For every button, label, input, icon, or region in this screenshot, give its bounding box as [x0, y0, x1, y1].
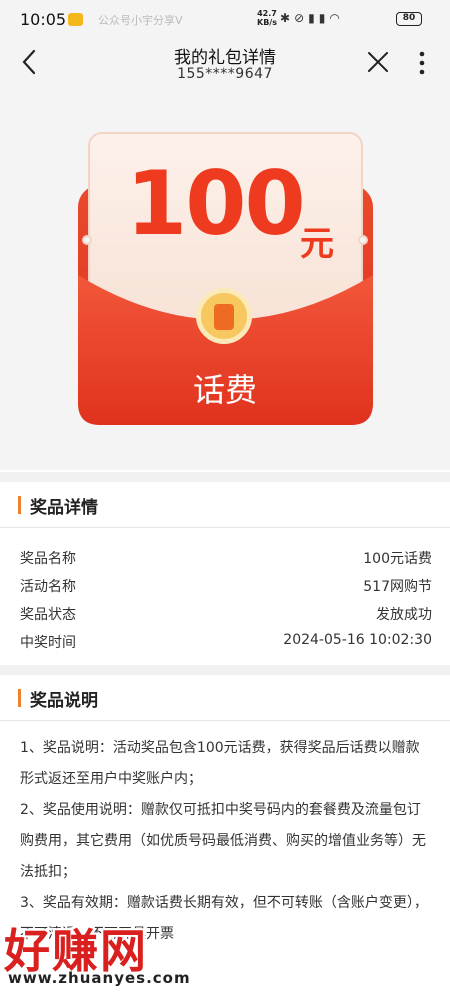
detail-label: 中奖时间 — [20, 635, 76, 651]
bluetooth-icon: ✱ — [280, 11, 295, 25]
detail-label: 奖品名称 — [20, 551, 76, 567]
status-time: 10:05 — [20, 10, 67, 29]
prize-amount: 100 — [126, 152, 306, 255]
more-vertical-icon — [419, 51, 425, 75]
description-section-header: 奖品说明 — [0, 675, 450, 721]
status-bar: 10:05 公众号小宇分享V 42.7 KB/s ✱⊘▮▮◠ 80 — [0, 0, 450, 38]
detail-row: 奖品状态 发放成功 — [0, 599, 450, 627]
section-accent-bar — [18, 689, 21, 707]
description-title: 奖品说明 — [30, 691, 98, 711]
phone-icon — [196, 288, 252, 344]
section-divider — [0, 665, 450, 675]
detail-value: 2024-05-16 10:02:30 — [283, 632, 432, 648]
detail-value: 100元话费 — [363, 551, 432, 567]
close-icon — [368, 52, 388, 72]
watermark-url: www.zhuanyes.com — [8, 969, 191, 987]
net-speed-unit: KB/s — [257, 18, 277, 27]
status-notification-text: 公众号小宇分享V — [98, 14, 183, 27]
prize-unit: 元 — [300, 224, 334, 264]
details-section-header: 奖品详情 — [0, 482, 450, 528]
section-accent-bar — [18, 496, 21, 514]
battery-icon: 80 — [396, 12, 422, 26]
details-title: 奖品详情 — [30, 498, 98, 518]
mute-icon: ⊘ — [294, 11, 309, 25]
net-speed: 42.7 KB/s — [257, 9, 277, 27]
card-notch-right — [358, 235, 368, 245]
close-button[interactable] — [366, 50, 390, 74]
description-paragraph: 2、奖品使用说明：赠款仅可抵扣中奖号码内的套餐费及流量包订购费用，其它费用（如优… — [20, 802, 426, 880]
card-notch-left — [82, 235, 92, 245]
prize-hero: 100 元 话费 — [0, 90, 450, 470]
description-paragraph: 1、奖品说明：活动奖品包含100元话费，获得奖品后话费以赠款形式返还至用户中奖账… — [20, 740, 420, 787]
page-header: 我的礼包详情 155****9647 — [0, 38, 450, 90]
detail-row: 奖品名称 100元话费 — [0, 543, 450, 571]
net-speed-value: 42.7 — [257, 9, 277, 18]
detail-value: 517网购节 — [363, 579, 432, 595]
section-divider — [0, 472, 450, 482]
detail-value: 发放成功 — [376, 607, 432, 623]
site-watermark: 好赚网 www.zhuanyes.com — [0, 915, 200, 1000]
detail-row: 中奖时间 2024-05-16 10:02:30 — [0, 627, 450, 655]
signal-icon: ▮▮ — [308, 11, 330, 25]
detail-row: 活动名称 517网购节 — [0, 571, 450, 599]
weibo-icon — [68, 13, 83, 26]
detail-label: 活动名称 — [20, 579, 76, 595]
detail-label: 奖品状态 — [20, 607, 76, 623]
prize-type: 话费 — [192, 371, 257, 409]
status-icons: ✱⊘▮▮◠ — [280, 11, 344, 25]
more-button[interactable] — [416, 50, 428, 76]
wifi-icon: ◠ — [329, 11, 344, 25]
